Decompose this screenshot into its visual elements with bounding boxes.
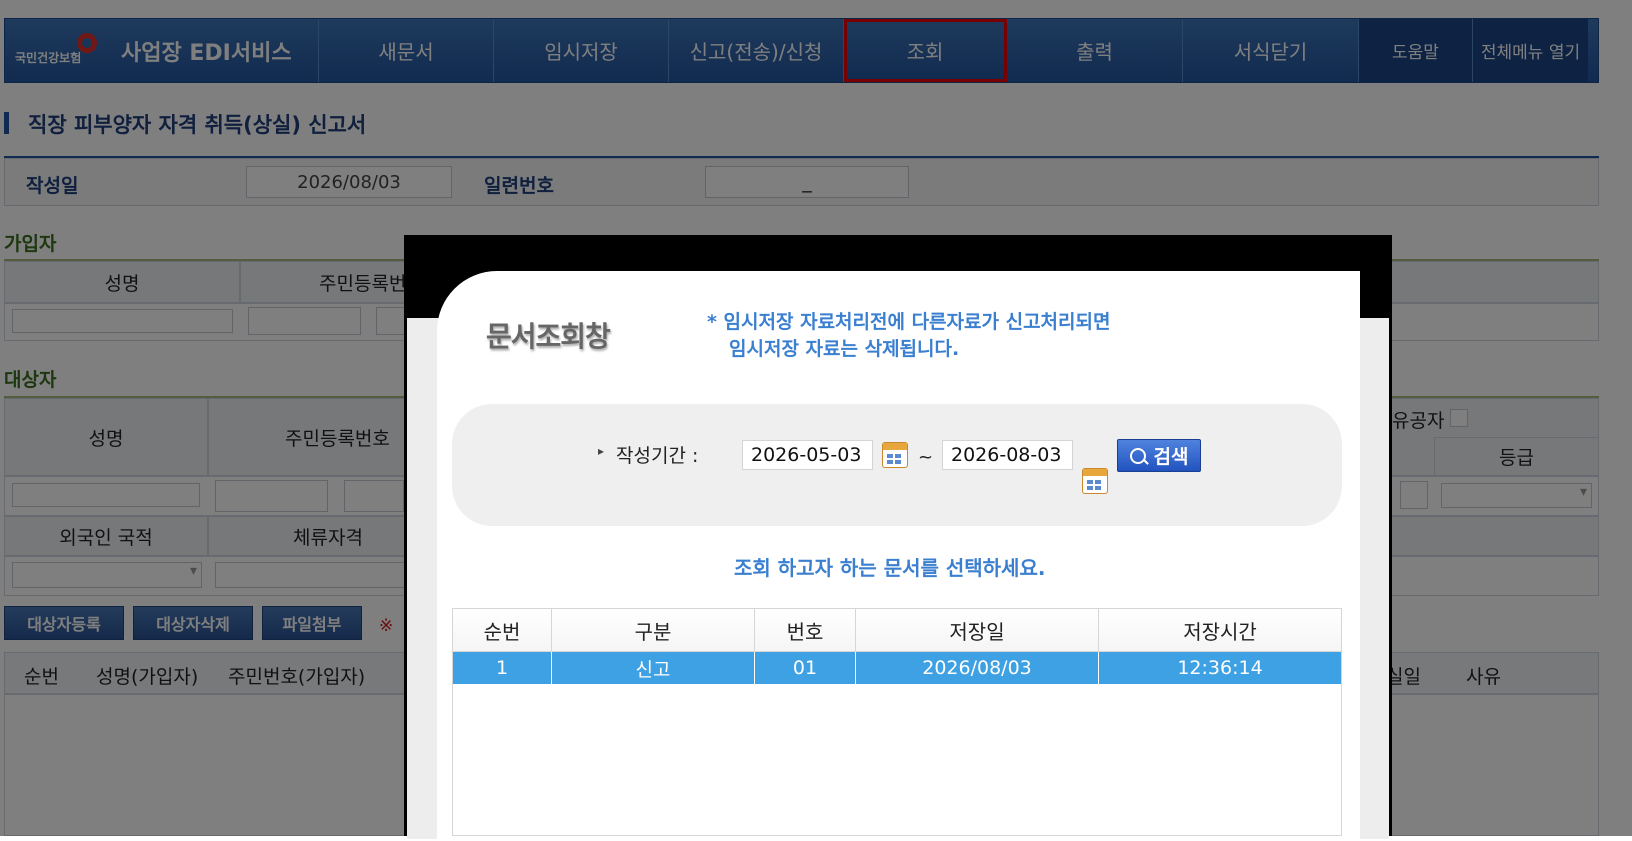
calendar-icon[interactable] [1082,468,1108,494]
modal-title: 문서조회창 [486,320,611,353]
range-separator: ~ [918,447,934,468]
modal-notice: * 임시저장 자료처리전에 다른자료가 신고처리되면 임시저장 자료는 삭제됩니… [707,311,1111,360]
search-icon [1129,447,1149,465]
table-header-row: 순번 구분 번호 저장일 저장시간 [453,609,1341,652]
search-button[interactable]: 검색 [1117,439,1201,472]
date-to-input[interactable]: 2026-08-03 [942,440,1073,470]
calendar-icon[interactable] [882,442,908,468]
col-header-save-time: 저장시간 [1183,619,1257,644]
search-button-label: 검색 [1153,446,1189,468]
bullet-icon: ▸ [598,444,605,458]
cell-number: 01 [755,652,856,684]
cell-save-date: 2026/08/03 [856,652,1099,684]
table-row[interactable]: 1 신고 01 2026/08/03 12:36:14 [453,652,1341,684]
col-header-type: 구분 [552,609,755,651]
col-header-save-date: 저장일 [856,609,1099,651]
col-header-seq: 순번 [453,609,552,651]
period-label: 작성기간 : [616,445,699,467]
cell-type: 신고 [552,652,755,684]
document-table: 순번 구분 번호 저장일 저장시간 1 신고 01 2026/08/03 12:… [452,608,1342,836]
cell-save-time: 12:36:14 [1177,657,1263,679]
select-hint: 조회 하고자 하는 문서를 선택하세요. [734,556,1046,580]
cell-seq: 1 [453,652,552,684]
date-from-input[interactable]: 2026-05-03 [742,440,873,470]
col-header-number: 번호 [755,609,856,651]
